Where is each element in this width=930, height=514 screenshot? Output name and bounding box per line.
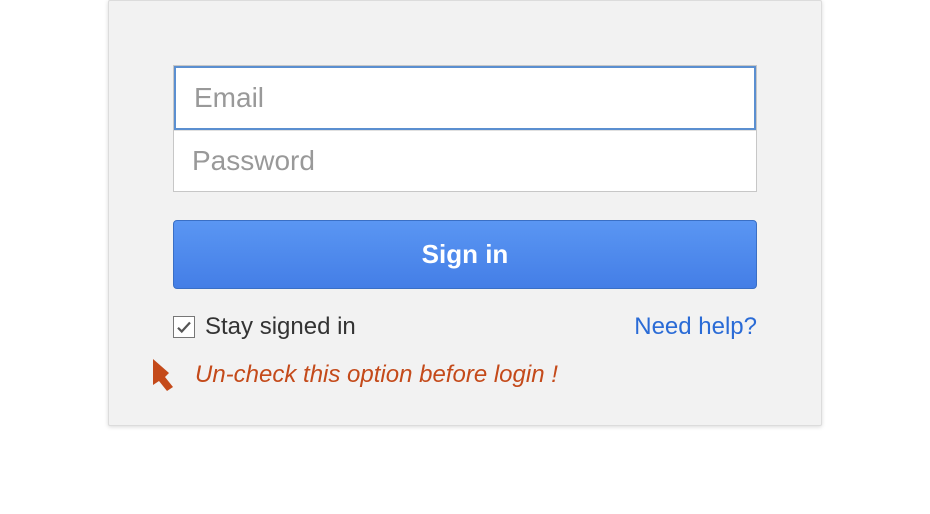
checkmark-icon [175,318,193,336]
stay-signed-in-label: Stay signed in [205,313,356,341]
annotation-text: Un-check this option before login ! [195,361,558,389]
stay-signed-in-checkbox[interactable] [173,316,195,338]
need-help-link[interactable]: Need help? [634,313,757,341]
arrow-icon [143,355,183,395]
below-row: Stay signed in Need help? [173,313,757,341]
annotation-row: Un-check this option before login ! [143,355,757,395]
password-field[interactable] [174,130,756,191]
signin-button[interactable]: Sign in [173,220,757,289]
email-field[interactable] [174,66,756,130]
stay-signed-in-wrap[interactable]: Stay signed in [173,313,356,341]
credentials-group [173,65,757,192]
login-card: Sign in Stay signed in Need help? Un-che… [108,0,822,426]
